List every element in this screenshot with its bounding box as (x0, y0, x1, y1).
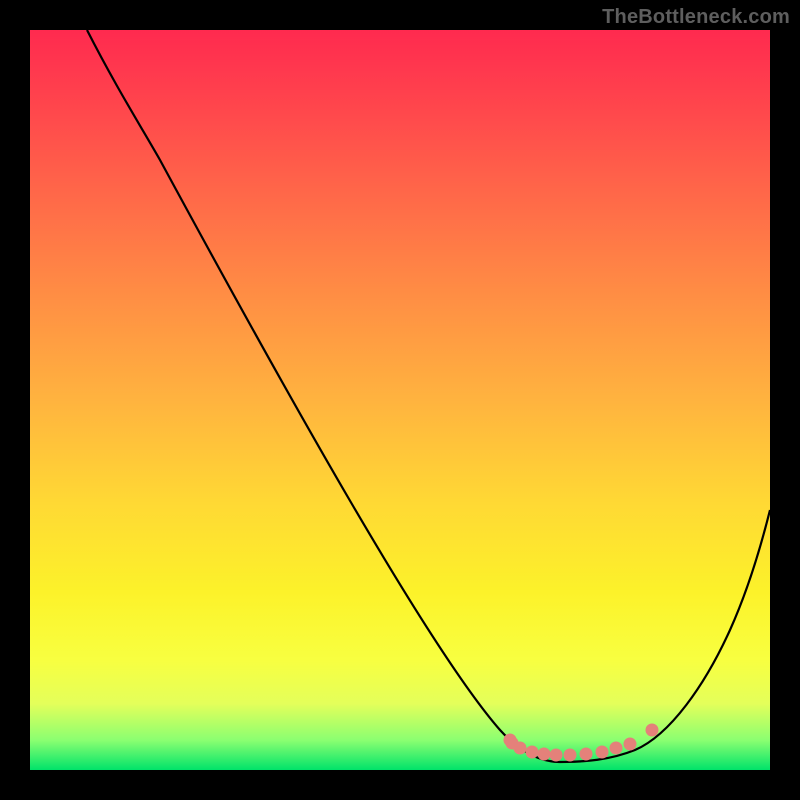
valley-marker (564, 749, 577, 762)
curve-layer (30, 30, 770, 770)
chart-container: TheBottleneck.com (0, 0, 800, 800)
bottleneck-curve (87, 30, 770, 762)
valley-marker (514, 742, 527, 755)
valley-marker (538, 748, 551, 761)
valley-marker (610, 742, 623, 755)
valley-marker (580, 748, 593, 761)
valley-marker (624, 738, 637, 751)
valley-marker (646, 724, 659, 737)
valley-marker (596, 746, 609, 759)
valley-marker (550, 749, 563, 762)
valley-marker (526, 746, 539, 759)
valley-markers-group (504, 724, 659, 762)
plot-area (30, 30, 770, 770)
watermark-text: TheBottleneck.com (602, 6, 790, 29)
